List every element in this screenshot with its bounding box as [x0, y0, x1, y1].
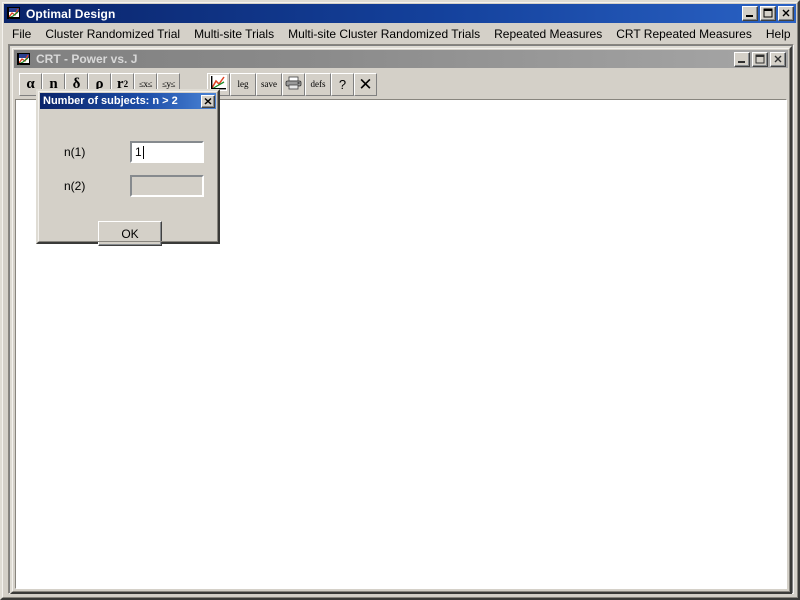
save-button[interactable]: save [256, 72, 282, 96]
field-row-n2: n(2) [64, 175, 204, 197]
ok-button[interactable]: OK [98, 221, 162, 246]
text-caret [142, 145, 144, 159]
main-titlebar: Optimal Design [4, 4, 796, 23]
field-row-n1: n(1) 1 [64, 141, 204, 163]
close-plot-button[interactable]: ✕ [354, 72, 377, 96]
toolbar-group-actions: leg save defs ? ✕ [207, 72, 377, 96]
menu-item-crt-repeated-measures[interactable]: CRT Repeated Measures [609, 26, 759, 44]
minimize-icon[interactable] [734, 51, 750, 67]
app-title: Optimal Design [26, 6, 116, 21]
defaults-button[interactable]: defs [305, 72, 331, 96]
r2-subscript: 2 [123, 78, 129, 89]
menu-item-help[interactable]: Help [759, 26, 798, 44]
n2-input[interactable] [130, 175, 204, 197]
menu-item-cluster-randomized-trial[interactable]: Cluster Randomized Trial [38, 26, 187, 44]
application-window: Optimal Design File Cluster Randomized T… [0, 0, 800, 600]
menu-item-repeated-measures[interactable]: Repeated Measures [487, 26, 609, 44]
menu-item-file[interactable]: File [5, 26, 38, 44]
n1-input[interactable]: 1 [130, 141, 204, 163]
help-button[interactable]: ? [331, 72, 354, 96]
child-window-title: CRT - Power vs. J [36, 52, 138, 66]
menu-item-multi-site-cluster-randomized-trials[interactable]: Multi-site Cluster Randomized Trials [281, 26, 487, 44]
printer-icon [285, 76, 302, 92]
child-titlebar: CRT - Power vs. J [14, 50, 788, 68]
chart-icon [16, 52, 32, 67]
main-window-buttons [742, 6, 794, 21]
dialog-title: Number of subjects: n > 2 [43, 95, 178, 107]
maximize-icon[interactable] [752, 51, 768, 67]
n1-value: 1 [135, 145, 142, 159]
menu-item-multi-site-trials[interactable]: Multi-site Trials [187, 26, 281, 44]
close-icon[interactable] [778, 6, 794, 21]
n2-label: n(2) [64, 179, 86, 193]
number-of-subjects-dialog: Number of subjects: n > 2 n(1) 1 n(2) OK [36, 89, 220, 246]
dialog-titlebar: Number of subjects: n > 2 [40, 93, 216, 109]
dialog-body: n(1) 1 n(2) OK [40, 111, 216, 246]
close-icon[interactable] [770, 51, 786, 67]
n1-label: n(1) [64, 145, 86, 159]
minimize-icon[interactable] [742, 6, 758, 21]
child-window-buttons [734, 51, 786, 67]
print-button[interactable] [282, 72, 305, 96]
legend-button[interactable]: leg [230, 72, 256, 96]
close-icon[interactable] [201, 94, 215, 108]
menubar: File Cluster Randomized Trial Multi-site… [5, 25, 795, 44]
chart-icon [6, 6, 22, 21]
maximize-icon[interactable] [760, 6, 776, 21]
